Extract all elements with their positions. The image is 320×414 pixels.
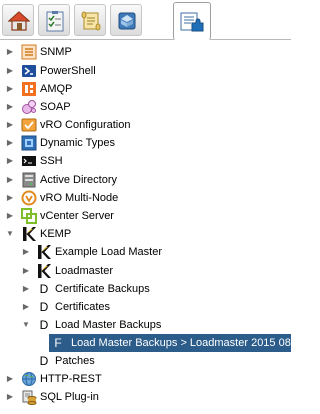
- dynamic-types-icon: [21, 135, 37, 151]
- tree-item-soap[interactable]: SOAP: [0, 98, 291, 116]
- tree-item-load-master-backups[interactable]: D Load Master Backups: [0, 316, 291, 334]
- tree-item-label: vRO Configuration: [40, 119, 131, 131]
- tree-item-patches[interactable]: D Patches: [0, 352, 291, 370]
- tree-item-label: Patches: [55, 355, 95, 367]
- tree-item-sql-plugin[interactable]: SQL Plug-in: [0, 388, 291, 406]
- expand-arrow-icon[interactable]: [22, 284, 30, 294]
- home-icon: [8, 11, 30, 31]
- kemp-icon: [38, 264, 51, 278]
- powershell-icon: [22, 65, 36, 77]
- tree-item-label: Active Directory: [40, 174, 118, 186]
- tree-item-vcenter-server[interactable]: vCenter Server: [0, 207, 291, 225]
- tree-item-http-rest[interactable]: HTTP-REST: [0, 370, 291, 388]
- collapse-arrow-icon[interactable]: [22, 320, 30, 330]
- actions-button[interactable]: [74, 4, 106, 36]
- tree-item-label: Certificate Backups: [55, 283, 150, 295]
- d-icon: D: [39, 282, 49, 296]
- tree-item-label: KEMP: [40, 228, 72, 240]
- expand-arrow-icon[interactable]: [6, 392, 14, 402]
- package-icon: [118, 12, 136, 30]
- tree-item-label: SNMP: [40, 46, 72, 58]
- tree-item-label: Loadmaster: [55, 265, 114, 277]
- expand-arrow-icon[interactable]: [22, 302, 30, 312]
- expand-arrow-icon[interactable]: [6, 156, 14, 166]
- expand-arrow-icon[interactable]: [6, 211, 14, 221]
- expand-arrow-icon[interactable]: [6, 47, 14, 57]
- soap-icon: [22, 100, 36, 114]
- active-directory-icon: [22, 172, 36, 188]
- tree-item-certificate-backups[interactable]: D Certificate Backups: [0, 280, 291, 298]
- vro-configuration-icon: [21, 118, 37, 132]
- tree-item-loadmaster-2015-08[interactable]: F Load Master Backups > Loadmaster 2015 …: [0, 334, 291, 352]
- tree-item-ssh[interactable]: SSH: [0, 152, 291, 170]
- tree-item-label: AMQP: [40, 83, 73, 95]
- tree-item-kemp[interactable]: KEMP: [0, 225, 291, 243]
- expand-arrow-icon[interactable]: [6, 84, 14, 94]
- tree-item-label: Dynamic Types: [40, 137, 115, 149]
- tree-item-label: Example Load Master: [55, 246, 162, 258]
- expand-arrow-icon[interactable]: [6, 175, 14, 185]
- expand-arrow-icon[interactable]: [6, 138, 14, 148]
- plugin-icon: [180, 12, 204, 32]
- tree-item-label: PowerShell: [40, 65, 96, 77]
- tree-item-label: SSH: [40, 155, 63, 167]
- tree-item-label: SOAP: [40, 101, 71, 113]
- checklist-icon: [46, 11, 64, 32]
- tree-item-label: SQL Plug-in: [40, 391, 99, 403]
- kemp-icon: [38, 245, 51, 259]
- tree-item-active-directory[interactable]: Active Directory: [0, 171, 291, 189]
- tree-item-label: Load Master Backups: [55, 319, 162, 331]
- expand-arrow-icon[interactable]: [6, 193, 14, 203]
- tree-item-snmp[interactable]: SNMP: [0, 43, 291, 61]
- tree-item-label: vCenter Server: [40, 210, 114, 222]
- expand-arrow-icon[interactable]: [6, 102, 14, 112]
- expand-arrow-icon[interactable]: [6, 374, 14, 384]
- expand-arrow-icon[interactable]: [22, 266, 30, 276]
- home-button[interactable]: [2, 4, 34, 36]
- tree-item-label: Load Master Backups > Loadmaster 2015 08: [71, 337, 291, 349]
- sql-plugin-icon: [22, 390, 37, 405]
- d-icon: D: [39, 318, 49, 332]
- snmp-icon: [21, 44, 37, 60]
- d-icon: D: [39, 300, 49, 314]
- tree-item-loadmaster[interactable]: Loadmaster: [0, 262, 291, 280]
- workflows-button[interactable]: [38, 4, 70, 36]
- expand-arrow-icon[interactable]: [22, 247, 30, 257]
- kemp-icon: [23, 227, 36, 241]
- tree-item-label: vRO Multi-Node: [40, 192, 119, 204]
- expand-arrow-icon[interactable]: [6, 120, 14, 130]
- tree-item-example-load-master[interactable]: Example Load Master: [0, 243, 291, 261]
- tree-item-powershell[interactable]: PowerShell: [0, 62, 291, 80]
- tree-item-certificates[interactable]: D Certificates: [0, 298, 291, 316]
- collapse-arrow-icon[interactable]: [6, 229, 14, 239]
- d-icon: D: [39, 354, 49, 368]
- f-icon: F: [54, 336, 62, 350]
- tree-item-amqp[interactable]: AMQP: [0, 80, 291, 98]
- http-rest-icon: [22, 372, 36, 386]
- resources-button[interactable]: [110, 4, 142, 36]
- inventory-tab[interactable]: [173, 2, 211, 40]
- toolbar: [0, 0, 291, 40]
- tree-item-vro-multi-node[interactable]: vRO Multi-Node: [0, 189, 291, 207]
- vcenter-server-icon: [21, 208, 37, 224]
- amqp-icon: [22, 82, 36, 96]
- tree-item-label: HTTP-REST: [40, 373, 102, 385]
- tree-item-dynamic-types[interactable]: Dynamic Types: [0, 134, 291, 152]
- expand-arrow-icon[interactable]: [6, 66, 14, 76]
- tree-item-vro-configuration[interactable]: vRO Configuration: [0, 116, 291, 134]
- ssh-icon: [22, 156, 36, 166]
- scroll-icon: [81, 11, 101, 31]
- vro-multi-node-icon: [21, 190, 37, 206]
- tree-item-label: Certificates: [55, 301, 111, 313]
